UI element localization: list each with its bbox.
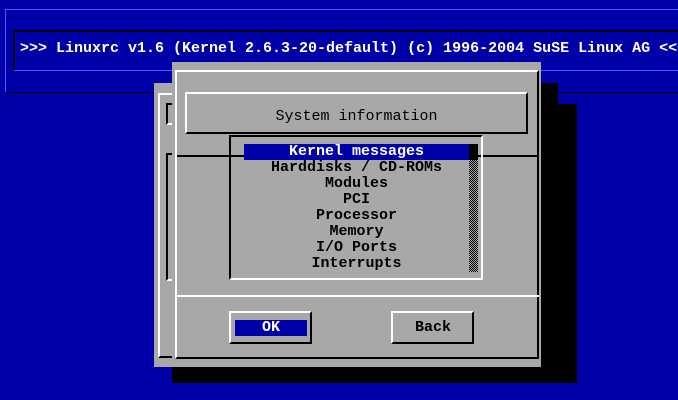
dialog-title: System information <box>275 108 438 125</box>
list-item-pci[interactable]: PCI <box>244 192 469 208</box>
separator <box>177 295 539 297</box>
list-item-processor[interactable]: Processor <box>244 208 469 224</box>
back-button[interactable]: Back <box>391 311 474 344</box>
list-item-io-ports[interactable]: I/O Ports <box>244 240 469 256</box>
list-item-modules[interactable]: Modules <box>244 176 469 192</box>
ok-button[interactable]: OK <box>229 311 312 344</box>
list-item-harddisks[interactable]: Harddisks / CD-ROMs <box>244 160 469 176</box>
list-item-kernel-messages[interactable]: Kernel messages <box>244 144 469 160</box>
list-item-interrupts[interactable]: Interrupts <box>244 256 469 272</box>
scrollbar[interactable] <box>469 144 478 272</box>
scrollbar-thumb[interactable] <box>469 144 478 160</box>
list-item-memory[interactable]: Memory <box>244 224 469 240</box>
header-title: >>> Linuxrc v1.6 (Kernel 2.6.3-20-defaul… <box>20 40 678 57</box>
back-label: Back <box>414 319 451 336</box>
ok-label: OK <box>235 320 307 336</box>
